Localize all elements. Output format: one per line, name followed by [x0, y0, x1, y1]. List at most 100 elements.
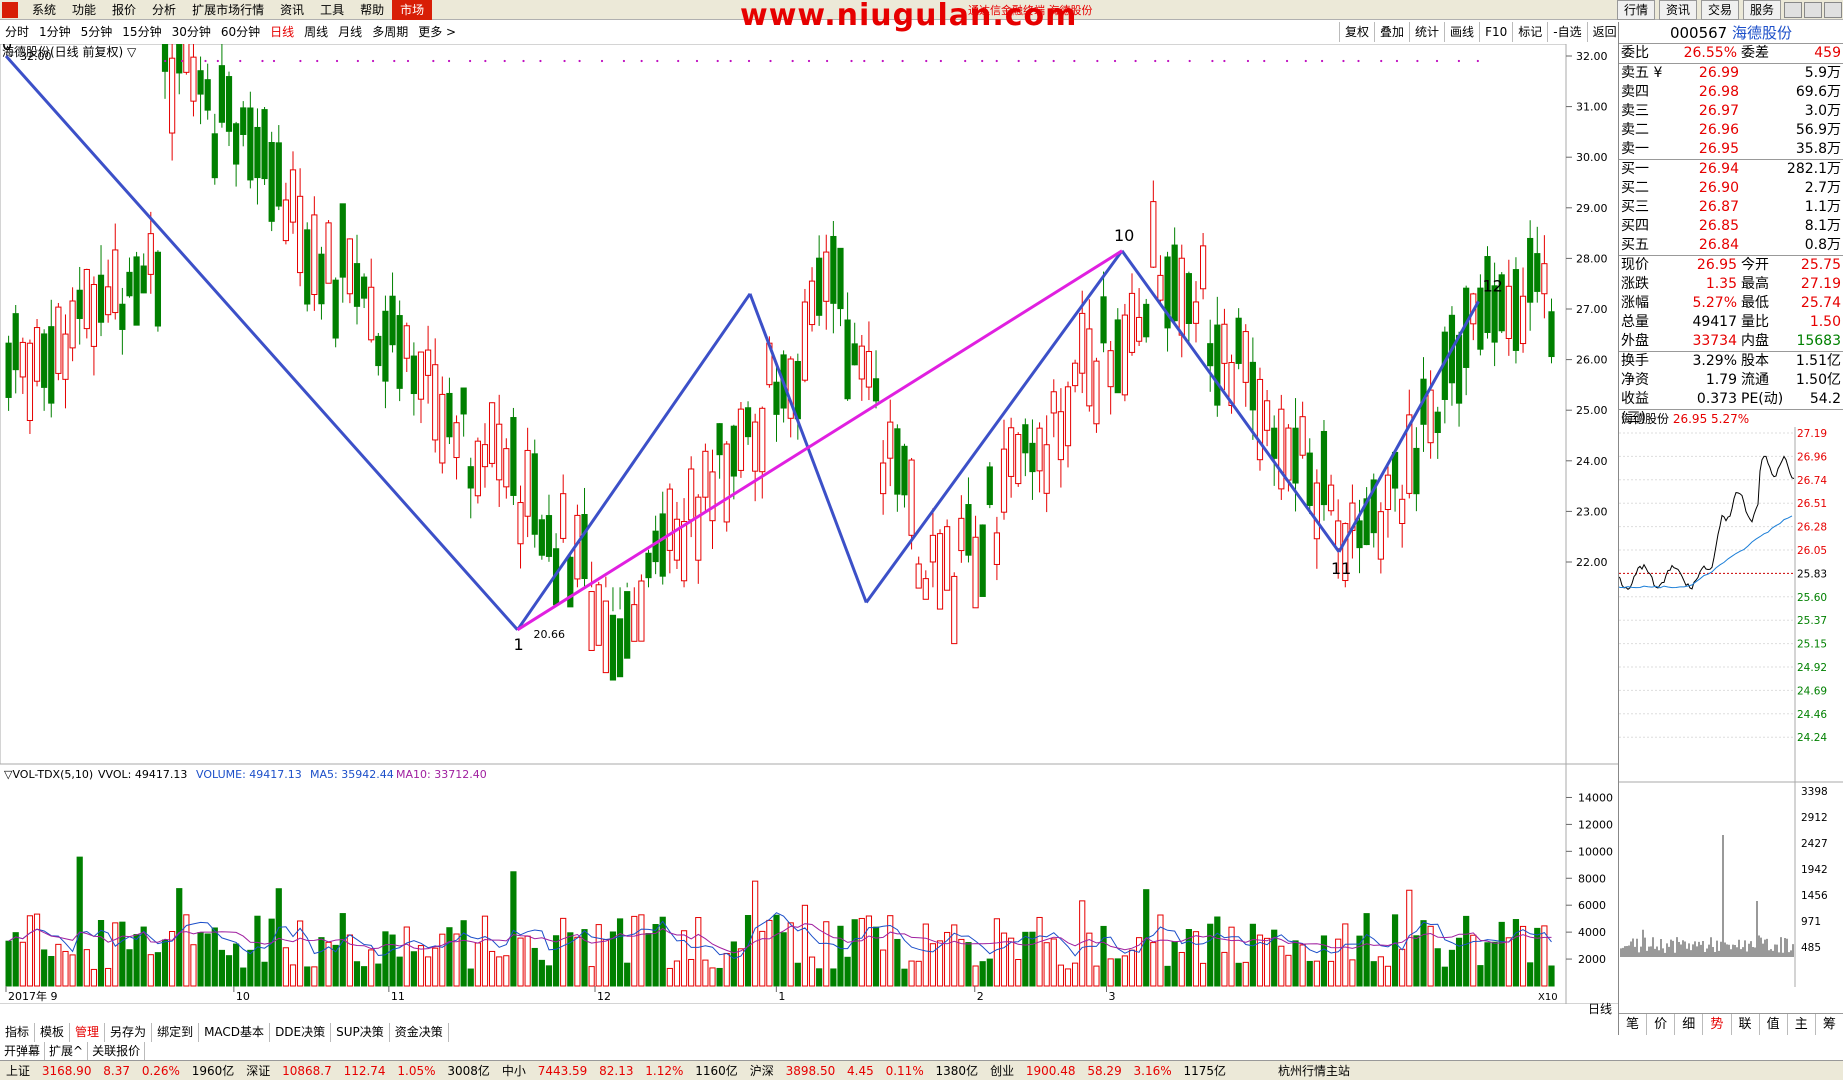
volume-bar-up — [1093, 965, 1100, 987]
candle-up — [503, 448, 510, 488]
period-5min[interactable]: 5分钟 — [76, 22, 118, 42]
volume-bar-down — [1164, 965, 1171, 987]
extension-tab[interactable]: 开弹幕 — [0, 1042, 46, 1060]
vol-legend-vvol: VVOL: 49417.13 — [98, 768, 187, 781]
mini-axis-label: 26.05 — [1797, 545, 1827, 557]
stat-row-cell: 总量 — [1621, 314, 1649, 330]
indicator-tab[interactable]: 管理 — [70, 1023, 106, 1042]
period-30min[interactable]: 30分钟 — [167, 22, 216, 42]
period-timeshare[interactable]: 分时 — [0, 22, 34, 42]
period-monthly[interactable]: 月线 — [333, 22, 367, 42]
sidebar-tab[interactable]: 筹 — [1816, 1014, 1843, 1035]
index-ticker[interactable]: 中小 7443.59 82.13 1.12% 1160亿 — [496, 1061, 744, 1080]
tool-back[interactable]: 返回 — [1586, 22, 1622, 42]
candle-up — [183, 44, 190, 73]
top-right-controls: 行情 资讯 交易 服务 — [1615, 0, 1843, 20]
tool-adjust[interactable]: 复权 — [1339, 22, 1374, 42]
period-daily[interactable]: 日线 — [265, 22, 299, 42]
close-icon[interactable] — [1824, 2, 1842, 18]
volume-bar-up — [1043, 942, 1050, 987]
menu-market[interactable]: 市场 — [392, 0, 433, 20]
tool-f10[interactable]: F10 — [1479, 22, 1512, 42]
period-15min[interactable]: 15分钟 — [117, 22, 166, 42]
indicator-tab[interactable]: MACD基本 — [199, 1023, 271, 1042]
intraday-mini-chart[interactable]: 27.19 26.96 26.74 26.51 26.28 26.05 25.83 25.60… — [1618, 427, 1843, 987]
indicator-tab[interactable]: SUP决策 — [331, 1023, 390, 1042]
indicator-tabbar: 指标 模板 管理 另存为 绑定到 MACD基本 DDE决策 SUP决策 资金决策 — [0, 1023, 449, 1042]
top-button-news[interactable]: 资讯 — [1658, 0, 1697, 20]
top-button-trade[interactable]: 交易 — [1700, 0, 1739, 20]
marker-dot — [406, 59, 410, 63]
index-ticker[interactable]: 深证 10868.7 112.74 1.05% 3008亿 — [240, 1061, 496, 1080]
period-multi[interactable]: 多周期 — [367, 22, 413, 42]
restore-icon[interactable] — [1804, 2, 1822, 18]
period-right-label[interactable]: 日线 — [1588, 1000, 1612, 1017]
period-weekly[interactable]: 周线 — [299, 22, 333, 42]
top-button-service[interactable]: 服务 — [1742, 0, 1781, 20]
minimize-icon[interactable] — [1784, 2, 1802, 18]
stat2-row-cell: 换手 — [1621, 353, 1649, 369]
extension-tab[interactable]: 关联报价 — [88, 1042, 146, 1060]
menu-tools[interactable]: 工具 — [312, 0, 352, 20]
price-tick-label: 28.00 — [1576, 252, 1608, 265]
index-ticker-field: 3168.90 — [41, 1064, 96, 1078]
candle-down — [41, 333, 48, 388]
tool-overlay[interactable]: 叠加 — [1374, 22, 1409, 42]
volume-bar-down — [1214, 916, 1221, 987]
indicator-tab[interactable]: 资金决策 — [390, 1023, 449, 1042]
candle-up — [858, 345, 865, 380]
sidebar-tab[interactable]: 主 — [1788, 1014, 1816, 1035]
server-name[interactable]: 杭州行情主站 — [1272, 1061, 1356, 1080]
menu-quote[interactable]: 报价 — [104, 0, 144, 20]
indicator-tab[interactable]: 模板 — [35, 1023, 71, 1042]
tool-watchlist[interactable]: -自选 — [1547, 22, 1586, 42]
volume-bar-down — [816, 968, 823, 987]
indicator-tab[interactable]: 绑定到 — [152, 1023, 200, 1042]
candle-up — [908, 459, 915, 536]
candle-up — [311, 214, 318, 295]
tool-draw[interactable]: 画线 — [1444, 22, 1479, 42]
volume-bar-down — [154, 952, 162, 987]
period-more[interactable]: 更多 > — [413, 22, 461, 42]
volume-ma10-line — [8, 923, 1552, 954]
tool-mark[interactable]: 标记 — [1512, 22, 1547, 42]
mini-axis-label: 24.24 — [1797, 732, 1827, 744]
sidebar-tab[interactable]: 值 — [1760, 1014, 1788, 1035]
menu-info[interactable]: 资讯 — [272, 0, 312, 20]
indicator-tab[interactable]: 指标 — [0, 1023, 36, 1042]
index-ticker-field: 3.16% — [1133, 1064, 1176, 1078]
volume-bar-down — [240, 967, 247, 987]
menu-system[interactable]: 系统 — [24, 0, 64, 20]
sidebar-tab[interactable]: 联 — [1732, 1014, 1760, 1035]
main-menu: 系统 功能 报价 分析 扩展市场行情 资讯 工具 帮助 市场 — [24, 0, 433, 20]
menu-extended-market[interactable]: 扩展市场行情 — [184, 0, 272, 20]
kline-chart[interactable]: 海德股份(日线 前复权) ▽ 32.0031.0030.0029.0028.00… — [0, 44, 1618, 1004]
volume-bar-up — [922, 923, 929, 987]
index-ticker[interactable]: 沪深 3898.50 4.45 0.11% 1380亿 — [744, 1061, 984, 1080]
menu-analysis[interactable]: 分析 — [144, 0, 184, 20]
volume-bar-up — [787, 922, 794, 987]
volume-bar-down — [140, 926, 147, 987]
top-button-quotes[interactable]: 行情 — [1616, 0, 1655, 20]
indicator-tab[interactable]: 另存为 — [105, 1023, 153, 1042]
sidebar-tab[interactable]: 价 — [1647, 1014, 1676, 1035]
marker-dot — [484, 59, 487, 63]
candle-up — [439, 393, 446, 464]
menu-function[interactable]: 功能 — [64, 0, 104, 20]
period-1min[interactable]: 1分钟 — [34, 22, 76, 42]
extension-tab[interactable]: 扩展^ — [45, 1042, 89, 1060]
tool-stats[interactable]: 统计 — [1409, 22, 1444, 42]
candle-up — [368, 286, 375, 341]
sidebar-tab[interactable]: 笔 — [1619, 1014, 1648, 1035]
period-60min[interactable]: 60分钟 — [216, 22, 265, 42]
menu-help[interactable]: 帮助 — [352, 0, 392, 20]
indicator-tab[interactable]: DDE决策 — [270, 1023, 332, 1042]
stat-row-cell: 1.35 — [1705, 276, 1737, 292]
candle-up — [1086, 328, 1093, 407]
index-ticker[interactable]: 上证 3168.90 8.37 0.26% 1960亿 — [0, 1061, 240, 1080]
sidebar-tab[interactable]: 势 — [1703, 1014, 1732, 1035]
index-ticker[interactable]: 创业 1900.48 58.29 3.16% 1175亿 — [984, 1061, 1232, 1080]
candle-up — [26, 342, 34, 421]
sidebar-tab[interactable]: 细 — [1675, 1014, 1704, 1035]
marker-dot — [1211, 59, 1214, 63]
